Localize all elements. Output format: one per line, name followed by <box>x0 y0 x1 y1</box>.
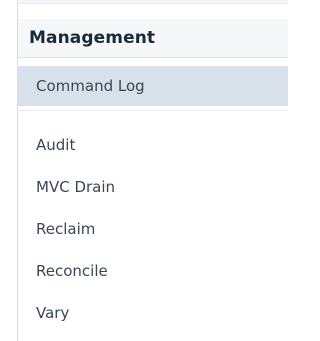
nav-item-label: Audit <box>36 136 76 154</box>
nav-item-command-log[interactable]: Command Log <box>18 66 288 106</box>
panel-top-border <box>17 0 288 4</box>
nav-item-mvc-drain[interactable]: MVC Drain <box>18 172 288 202</box>
nav-item-label: Reclaim <box>36 220 96 238</box>
section-header: Management <box>18 19 288 58</box>
section-header-title: Management <box>29 28 156 48</box>
nav-item-label: MVC Drain <box>36 178 116 196</box>
nav-item-vary[interactable]: Vary <box>18 298 288 328</box>
nav-item-reconcile[interactable]: Reconcile <box>18 256 288 286</box>
divider <box>18 110 288 111</box>
nav-item-label: Reconcile <box>36 262 108 280</box>
nav-item-reclaim[interactable]: Reclaim <box>18 214 288 244</box>
nav-item-audit[interactable]: Audit <box>18 130 288 160</box>
management-panel: Management Command Log Audit MVC Drain R… <box>0 0 288 341</box>
nav-item-label: Command Log <box>36 77 145 95</box>
nav-item-label: Vary <box>36 304 70 322</box>
